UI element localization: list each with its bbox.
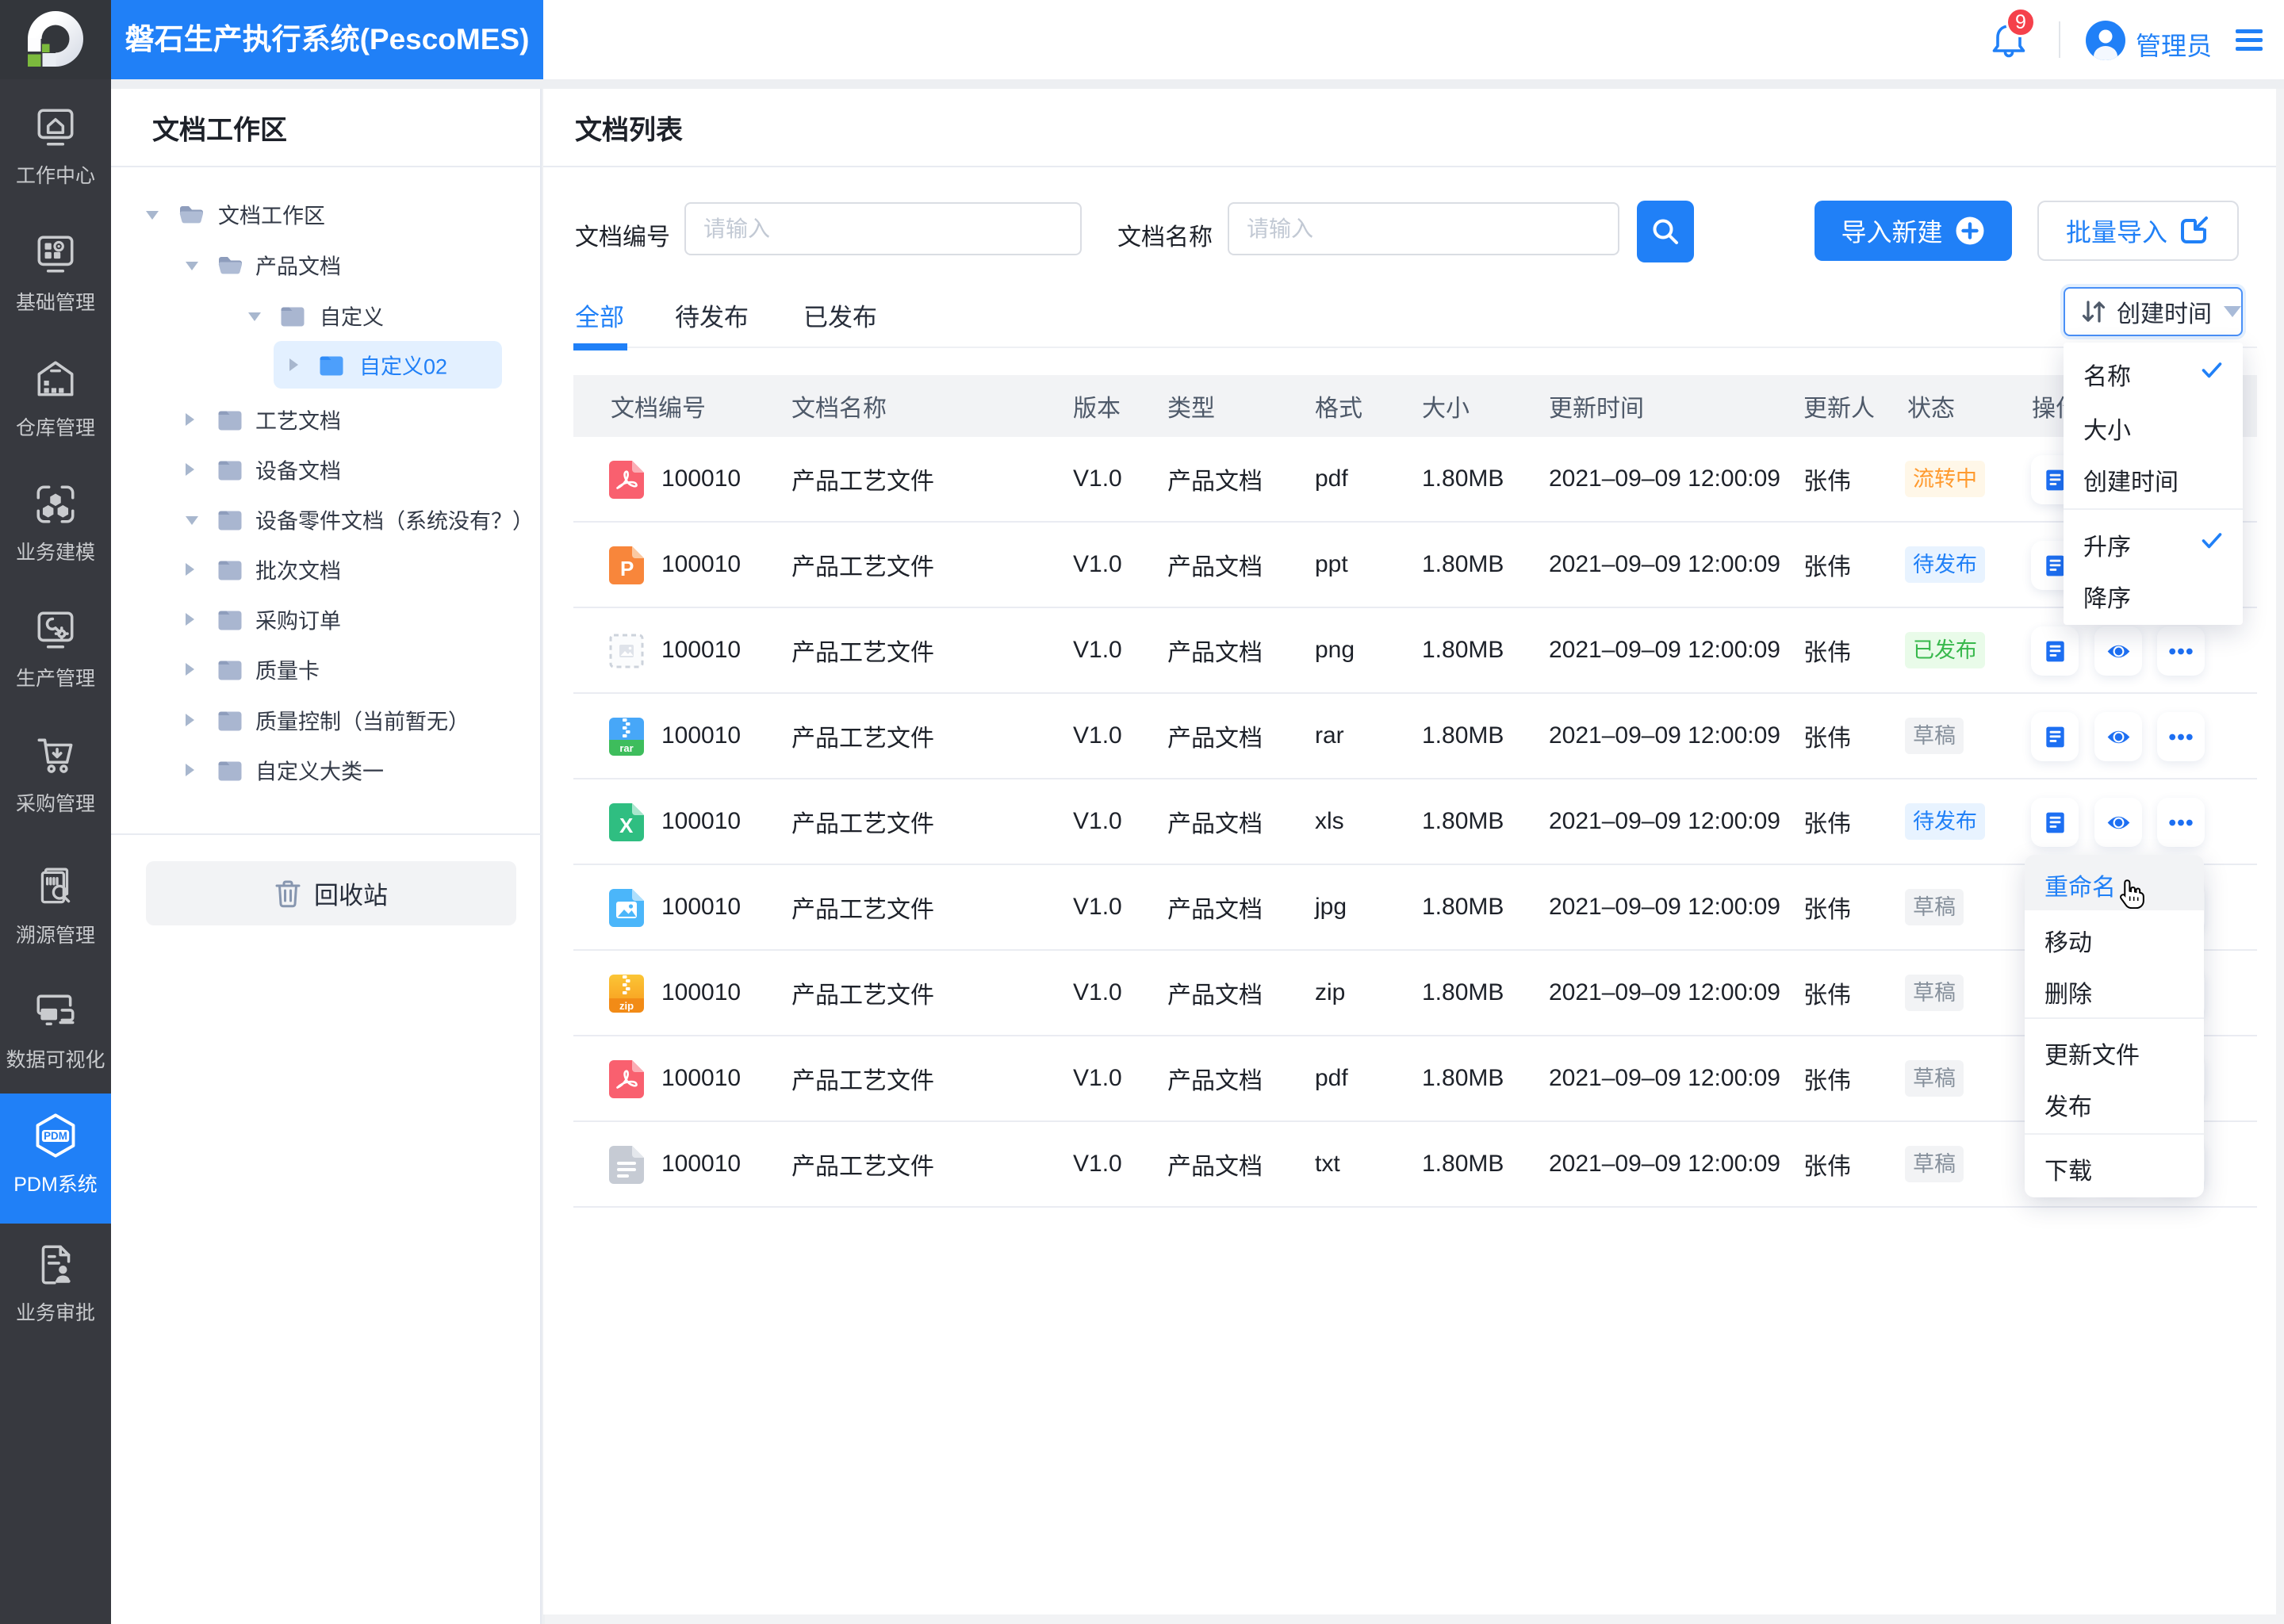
svg-text:P: P <box>620 557 634 580</box>
svg-text:X: X <box>619 814 634 837</box>
svg-text:PDM: PDM <box>44 1130 67 1142</box>
svg-text:rar: rar <box>619 742 633 754</box>
svg-text:zip: zip <box>619 1000 634 1012</box>
